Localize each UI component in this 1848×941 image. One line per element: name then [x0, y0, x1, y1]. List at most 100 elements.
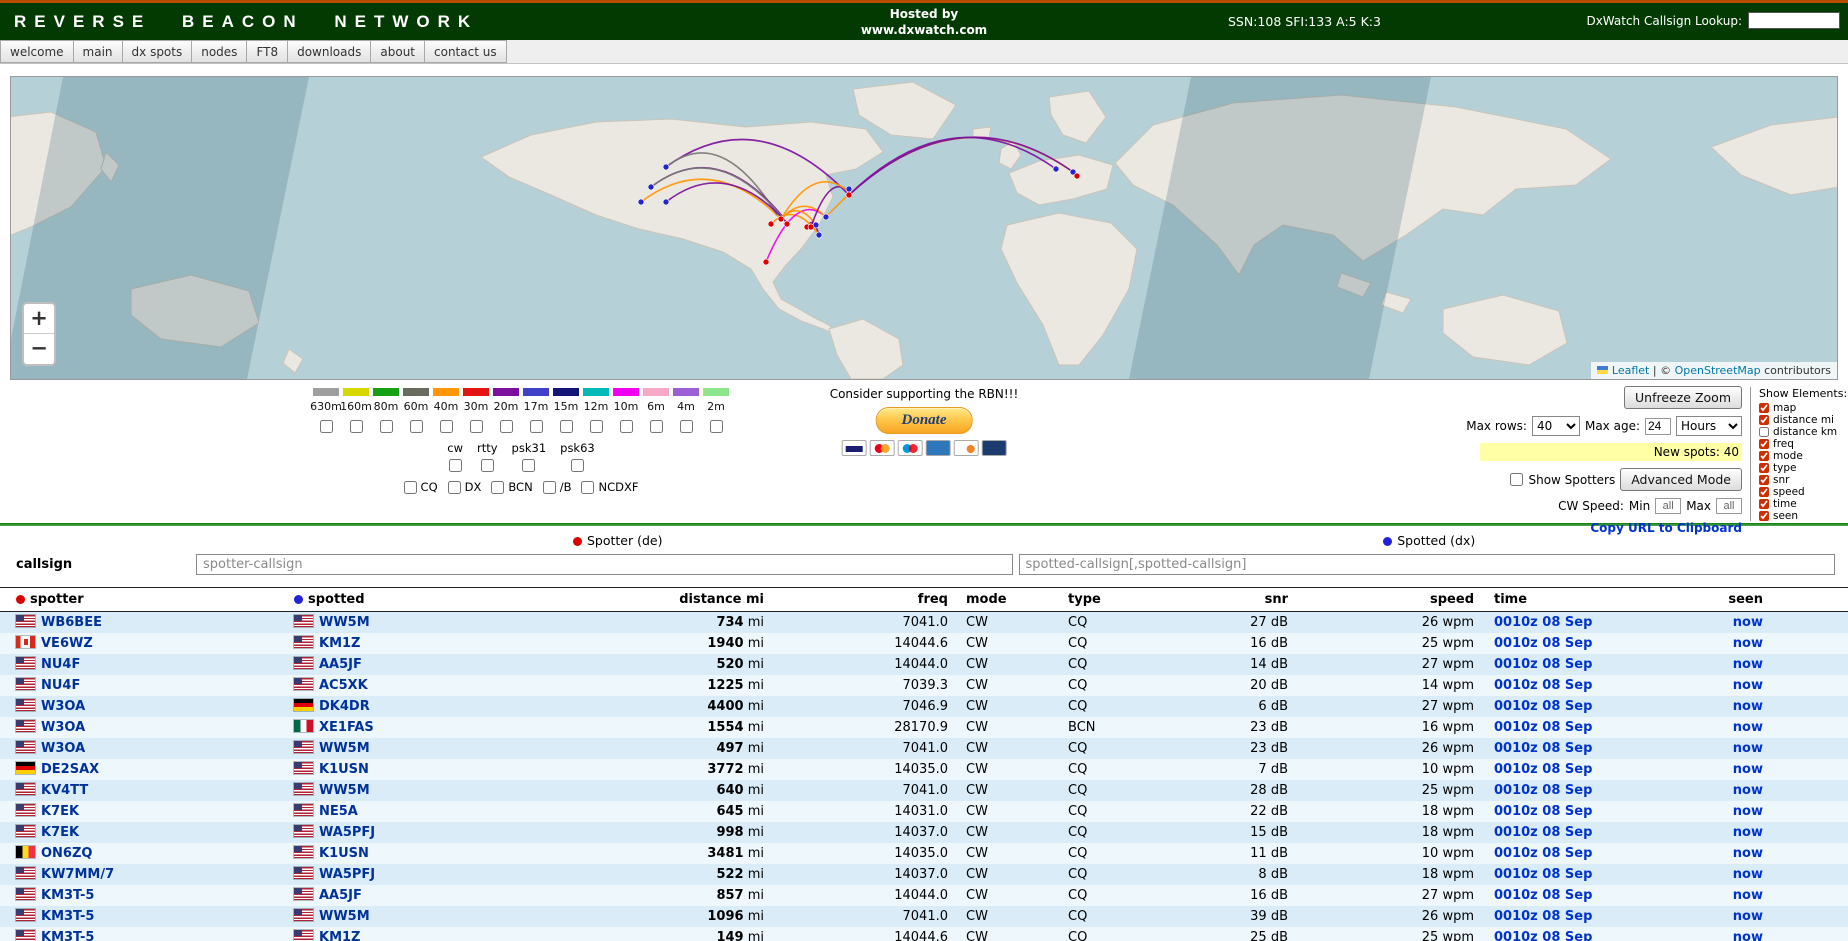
type-checkbox-b[interactable] [543, 481, 556, 494]
band-checkbox-160m[interactable] [350, 420, 363, 433]
seen-link[interactable]: now [1733, 846, 1763, 861]
spot-time-link[interactable]: 0010z 08 Sep [1494, 762, 1592, 777]
spotted-callsign-link[interactable]: K1USN [319, 762, 369, 777]
band-checkbox-10m[interactable] [620, 420, 633, 433]
show-element-distance-km[interactable]: distance km [1759, 426, 1838, 438]
spotter-callsign-link[interactable]: DE2SAX [41, 762, 99, 777]
band-checkbox-30m[interactable] [470, 420, 483, 433]
band-checkbox-6m[interactable] [650, 420, 663, 433]
show-element-distance-mi[interactable]: distance mi [1759, 414, 1838, 426]
show-element-mode[interactable]: mode [1759, 450, 1838, 462]
spotter-callsign-link[interactable]: NU4F [41, 657, 80, 672]
spotted-callsign-input[interactable] [1019, 554, 1836, 575]
nav-item-about[interactable]: about [371, 40, 425, 63]
show-element-map[interactable]: map [1759, 402, 1838, 414]
type-checkbox-dx[interactable] [448, 481, 461, 494]
spotted-callsign-link[interactable]: WW5M [319, 783, 370, 798]
spotted-callsign-link[interactable]: XE1FAS [319, 720, 374, 735]
column-header-spotted[interactable]: spotted [292, 588, 676, 612]
advanced-mode-button[interactable]: Advanced Mode [1620, 468, 1742, 491]
seen-link[interactable]: now [1733, 741, 1763, 756]
unfreeze-zoom-button[interactable]: Unfreeze Zoom [1624, 386, 1742, 409]
mode-checkbox-psk31[interactable] [522, 459, 535, 472]
seen-link[interactable]: now [1733, 783, 1763, 798]
spotter-callsign-link[interactable]: KM3T-5 [41, 909, 94, 924]
max-age-input[interactable] [1645, 418, 1671, 435]
seen-link[interactable]: now [1733, 720, 1763, 735]
spotted-callsign-link[interactable]: AA5JF [319, 657, 362, 672]
spot-time-link[interactable]: 0010z 08 Sep [1494, 888, 1592, 903]
column-header-freq[interactable]: freq [766, 588, 950, 612]
nav-item-ft8[interactable]: FT8 [247, 40, 288, 63]
spotted-callsign-link[interactable]: WW5M [319, 741, 370, 756]
spot-time-link[interactable]: 0010z 08 Sep [1494, 867, 1592, 882]
site-logo[interactable]: REVERSE BEACON NETWORK [14, 12, 478, 32]
spotter-callsign-link[interactable]: K7EK [41, 825, 79, 840]
show-element-seen[interactable]: seen [1759, 510, 1838, 522]
spotted-callsign-link[interactable]: WW5M [319, 615, 370, 630]
spotter-callsign-link[interactable]: KV4TT [41, 783, 88, 798]
mode-checkbox-psk63[interactable] [571, 459, 584, 472]
nav-item-main[interactable]: main [74, 40, 123, 63]
show-element-snr[interactable]: snr [1759, 474, 1838, 486]
spot-time-link[interactable]: 0010z 08 Sep [1494, 783, 1592, 798]
column-header-snr[interactable]: snr [1180, 588, 1290, 612]
show-element-speed[interactable]: speed [1759, 486, 1838, 498]
mode-checkbox-rtty[interactable] [481, 459, 494, 472]
seen-link[interactable]: now [1733, 657, 1763, 672]
dxwatch-link[interactable]: www.dxwatch.com [861, 22, 987, 38]
column-header-mode[interactable]: mode [950, 588, 1060, 612]
spotter-callsign-link[interactable]: W3OA [41, 720, 85, 735]
band-checkbox-15m[interactable] [560, 420, 573, 433]
show-element-time[interactable]: time [1759, 498, 1838, 510]
band-checkbox-17m[interactable] [530, 420, 543, 433]
spotter-callsign-link[interactable]: KW7MM/7 [41, 867, 114, 882]
max-rows-select[interactable]: 40 [1532, 416, 1580, 436]
seen-link[interactable]: now [1733, 825, 1763, 840]
seen-link[interactable]: now [1733, 762, 1763, 777]
spotted-callsign-link[interactable]: DK4DR [319, 699, 370, 714]
spotted-callsign-link[interactable]: KM1Z [319, 636, 360, 651]
seen-link[interactable]: now [1733, 804, 1763, 819]
column-header-seen[interactable]: seen [1720, 588, 1848, 612]
show-element-freq[interactable]: freq [1759, 438, 1838, 450]
spot-time-link[interactable]: 0010z 08 Sep [1494, 825, 1592, 840]
seen-link[interactable]: now [1733, 909, 1763, 924]
seen-link[interactable]: now [1733, 930, 1763, 941]
column-header-speed[interactable]: speed [1290, 588, 1476, 612]
spotted-callsign-link[interactable]: NE5A [319, 804, 358, 819]
nav-item-downloads[interactable]: downloads [288, 40, 371, 63]
nav-item-dx-spots[interactable]: dx spots [123, 40, 193, 63]
seen-link[interactable]: now [1733, 867, 1763, 882]
seen-link[interactable]: now [1733, 888, 1763, 903]
cw-speed-min-input[interactable] [1655, 498, 1681, 514]
spot-time-link[interactable]: 0010z 08 Sep [1494, 657, 1592, 672]
column-header-spotter[interactable]: spotter [0, 588, 292, 612]
show-spotters-checkbox[interactable] [1510, 473, 1523, 486]
spotted-callsign-link[interactable]: WW5M [319, 909, 370, 924]
donate-button[interactable]: Donate [876, 407, 973, 434]
type-checkbox-cq[interactable] [404, 481, 417, 494]
copy-url-link[interactable]: Copy URL to Clipboard [1590, 521, 1742, 535]
spotted-callsign-link[interactable]: WA5PFJ [319, 825, 375, 840]
band-checkbox-4m[interactable] [680, 420, 693, 433]
max-age-unit-select[interactable]: Hours [1676, 416, 1742, 436]
osm-link[interactable]: OpenStreetMap [1675, 364, 1761, 377]
spot-time-link[interactable]: 0010z 08 Sep [1494, 615, 1592, 630]
spotted-callsign-link[interactable]: WA5PFJ [319, 867, 375, 882]
seen-link[interactable]: now [1733, 699, 1763, 714]
spotted-callsign-link[interactable]: AC5XK [319, 678, 368, 693]
spotter-callsign-link[interactable]: W3OA [41, 741, 85, 756]
spotter-callsign-link[interactable]: WB6BEE [41, 615, 102, 630]
column-header-type[interactable]: type [1060, 588, 1180, 612]
spotter-callsign-link[interactable]: NU4F [41, 678, 80, 693]
band-checkbox-60m[interactable] [410, 420, 423, 433]
nav-item-welcome[interactable]: welcome [0, 40, 74, 63]
column-header-time[interactable]: time [1476, 588, 1720, 612]
spot-time-link[interactable]: 0010z 08 Sep [1494, 636, 1592, 651]
type-checkbox-bcn[interactable] [491, 481, 504, 494]
spot-time-link[interactable]: 0010z 08 Sep [1494, 930, 1592, 941]
seen-link[interactable]: now [1733, 615, 1763, 630]
seen-link[interactable]: now [1733, 678, 1763, 693]
nav-item-contact-us[interactable]: contact us [425, 40, 507, 63]
